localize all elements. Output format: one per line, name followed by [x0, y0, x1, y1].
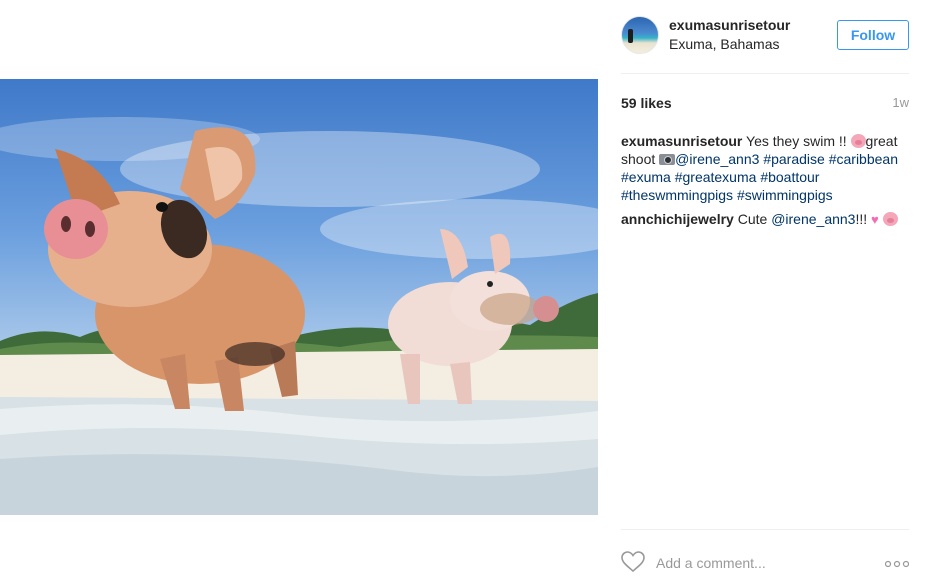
hashtag-link[interactable]: #caribbean: [829, 151, 898, 167]
comment-username[interactable]: annchichijewelry: [621, 211, 734, 227]
photo-scene: [0, 117, 598, 515]
more-options-icon[interactable]: [884, 556, 910, 568]
likes-count[interactable]: 59 likes: [621, 95, 672, 111]
comment-bar: [621, 529, 910, 588]
heart-outline-icon[interactable]: [621, 551, 645, 573]
follow-button[interactable]: Follow: [837, 20, 909, 50]
likes-row: 59 likes 1w: [621, 95, 909, 113]
comment-mention[interactable]: @irene_ann3: [771, 211, 855, 227]
caption: exumasunrisetour Yes they swim !! great …: [621, 132, 909, 204]
hashtag-link[interactable]: #theswmmingpigs: [621, 187, 733, 203]
comments-list: exumasunrisetour Yes they swim !! great …: [621, 132, 909, 234]
hashtag-link[interactable]: #boattour: [760, 169, 819, 185]
caption-text-1: Yes they swim !!: [746, 133, 851, 149]
post-location[interactable]: Exuma, Bahamas: [669, 36, 780, 52]
avatar-figure: [628, 29, 633, 43]
hashtag-link[interactable]: #paradise: [763, 151, 825, 167]
comment-input[interactable]: [656, 553, 876, 573]
avatar[interactable]: [621, 16, 659, 54]
hashtag-link[interactable]: #greatexuma: [675, 169, 757, 185]
pig-emoji-icon: [850, 134, 866, 148]
caption-username[interactable]: exumasunrisetour: [621, 133, 742, 149]
post-header: exumasunrisetour Exuma, Bahamas Follow: [621, 14, 909, 74]
comment-text: Cute: [737, 211, 772, 227]
caption-mention[interactable]: @irene_ann3: [675, 151, 759, 167]
hashtag-link[interactable]: #swimmingpigs: [737, 187, 833, 203]
post-timestamp[interactable]: 1w: [892, 95, 909, 110]
pig-emoji-icon: [883, 212, 899, 226]
comment-item: annchichijewelry Cute @irene_ann3!!!: [621, 210, 909, 229]
two-hearts-emoji-icon: [871, 211, 883, 229]
comment-suffix: !!!: [855, 211, 872, 227]
post-photo[interactable]: [0, 79, 598, 515]
camera-emoji-icon: [659, 154, 676, 165]
hashtag-link[interactable]: #exuma: [621, 169, 671, 185]
post-username[interactable]: exumasunrisetour: [669, 17, 790, 33]
